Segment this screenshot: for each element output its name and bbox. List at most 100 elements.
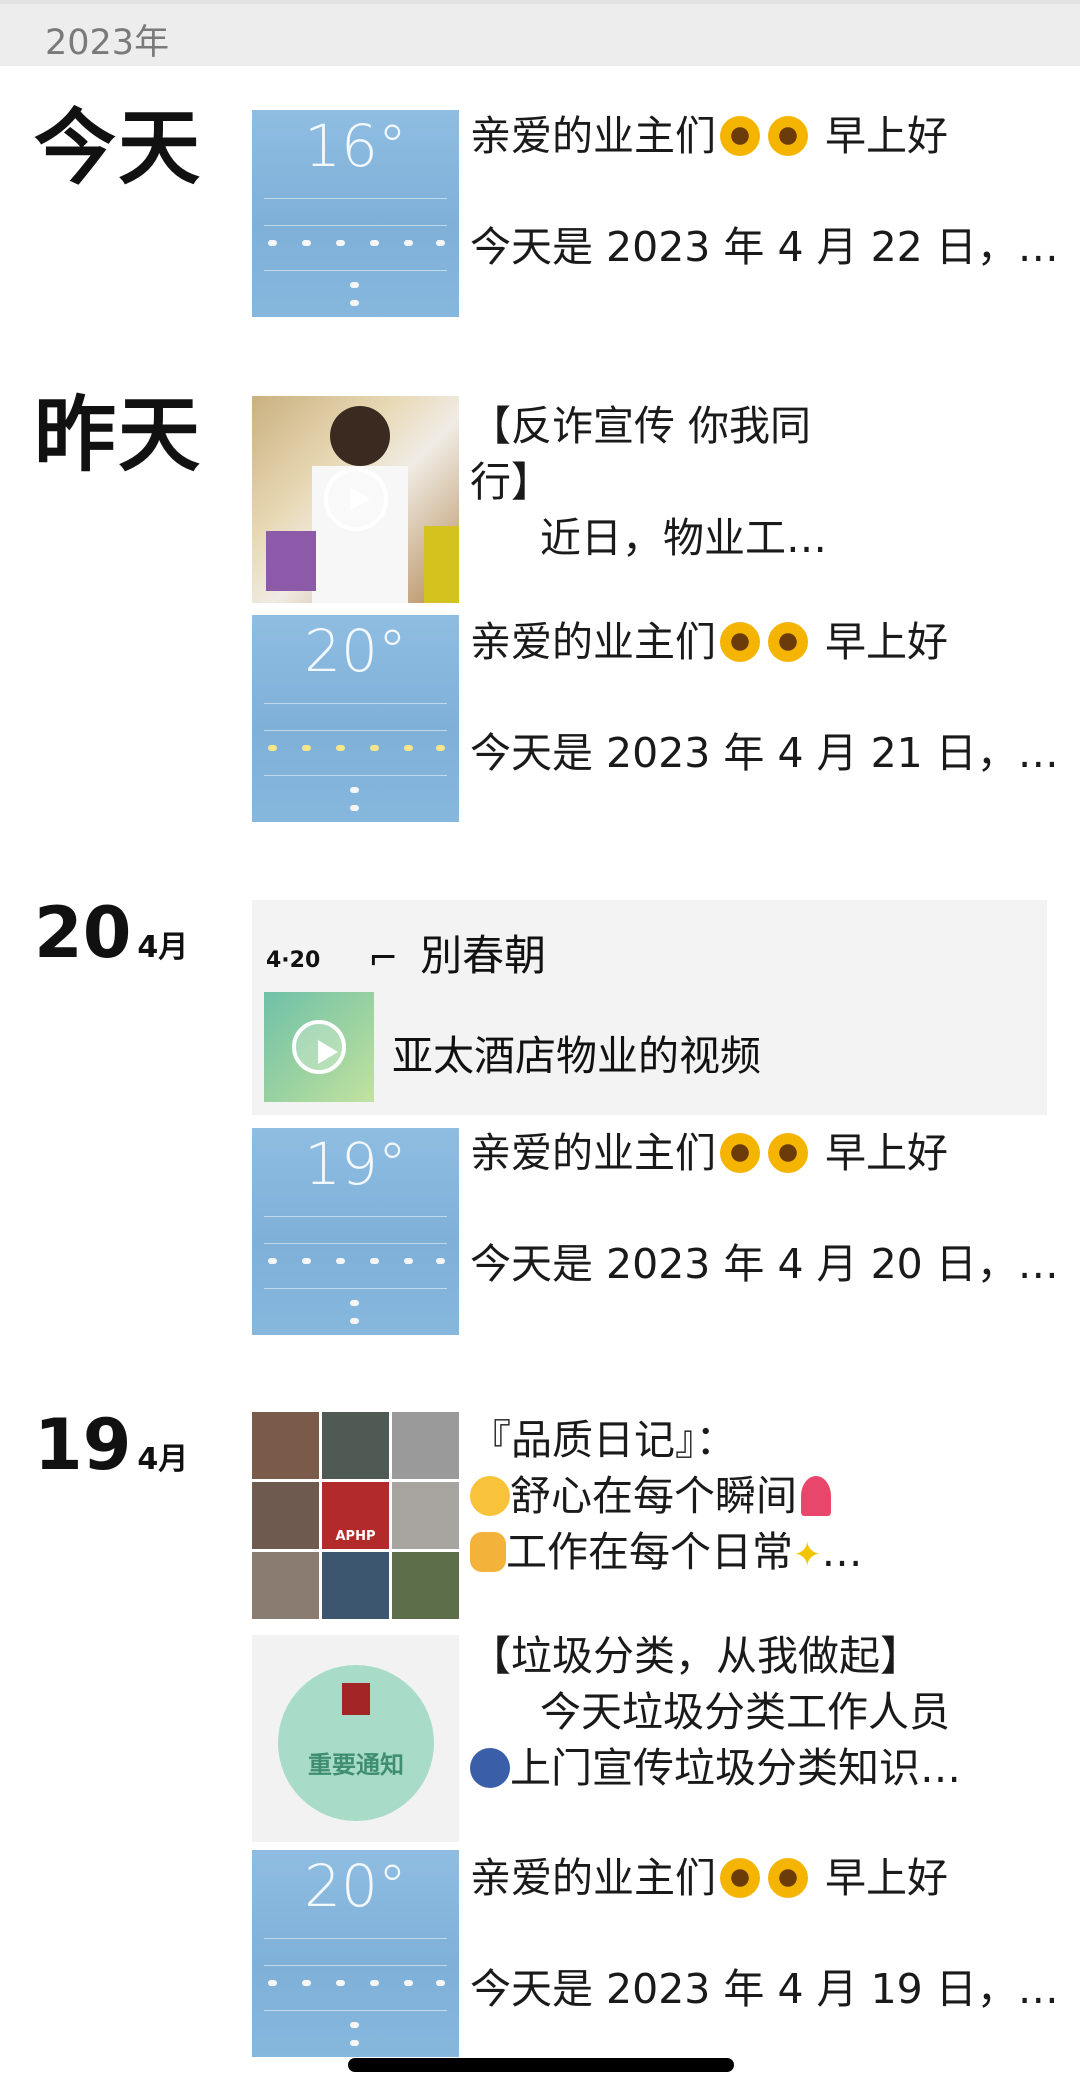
weather-thumbnail[interactable]: 19°: [252, 1128, 459, 1335]
divider: [264, 2010, 447, 2011]
post-text[interactable]: 【反诈宣传 你我同 行】 近日，物业工…: [470, 398, 827, 566]
date-label-day: 19 4月: [34, 1404, 189, 1486]
post-line: 亲爱的业主们 早上好: [470, 1854, 949, 1902]
share-date-tag: 4·20: [266, 948, 321, 973]
divider: [264, 730, 447, 731]
play-icon[interactable]: [292, 1020, 346, 1074]
cloud-icon: [436, 240, 445, 246]
divider: [264, 198, 447, 199]
cloud-icon: [336, 1258, 345, 1264]
person-figure: [330, 406, 390, 466]
divider: [264, 1216, 447, 1217]
cloud-icon: [350, 2022, 359, 2028]
divider: [264, 1243, 447, 1244]
divider: [264, 775, 447, 776]
tulip-icon: [801, 1476, 831, 1516]
raised-fist-icon: [470, 1532, 506, 1572]
cloud-icon: [268, 240, 277, 246]
home-indicator[interactable]: [348, 2058, 734, 2072]
post-line: 『品质日记』：: [470, 1416, 737, 1464]
sunflower-icon: [768, 1858, 808, 1898]
cloud-icon: [404, 1980, 413, 1986]
cloud-icon: [302, 1980, 311, 1986]
notice-badge: 重要通知: [278, 1665, 434, 1821]
cloud-icon: [350, 282, 359, 288]
post-line: 【反诈宣传 你我同: [470, 402, 812, 450]
divider: [264, 1965, 447, 1966]
cloud-icon: [350, 1300, 359, 1306]
sunflower-icon: [768, 622, 808, 662]
sunflower-icon: [768, 1133, 808, 1173]
weather-thumbnail[interactable]: 20°: [252, 1850, 459, 2057]
sunflower-icon: [720, 1858, 760, 1898]
weather-thumbnail[interactable]: 20°: [252, 615, 459, 822]
sun-icon: [302, 745, 311, 751]
post-line: 今天是 2023 年 4 月 22 日，…: [470, 223, 1059, 271]
cloud-icon: [436, 1258, 445, 1264]
share-quote: ⌐ 別春朝: [368, 931, 547, 980]
post-line: 亲爱的业主们 早上好: [470, 112, 949, 160]
sunflower-icon: [768, 116, 808, 156]
cloud-icon: [350, 300, 359, 306]
post-line: 亲爱的业主们 早上好: [470, 1129, 949, 1177]
post-line: 今天是 2023 年 4 月 20 日，…: [470, 1240, 1059, 1288]
post-text[interactable]: 亲爱的业主们 早上好 今天是 2023 年 4 月 22 日，…: [470, 108, 1059, 275]
post-text[interactable]: 亲爱的业主们 早上好 今天是 2023 年 4 月 21 日，…: [470, 614, 1059, 781]
weather-temp: 19°: [304, 1130, 407, 1198]
post-line: 上门宣传垃圾分类知识…: [470, 1740, 961, 1796]
quote-mark-icon: ⌐: [368, 938, 399, 979]
post-line: 今天是 2023 年 4 月 21 日，…: [470, 729, 1059, 777]
video-thumbnail[interactable]: [252, 396, 459, 603]
divider: [264, 1938, 447, 1939]
weather-thumbnail[interactable]: 16°: [252, 110, 459, 317]
cloud-icon: [302, 1258, 311, 1264]
sparkles-icon: ✦: [793, 1535, 822, 1575]
cloud-icon: [336, 1980, 345, 1986]
cloud-icon: [268, 1980, 277, 1986]
post-line: 今天垃圾分类工作人员: [540, 1688, 950, 1736]
poster: [424, 526, 459, 603]
sun-icon: [404, 745, 413, 751]
photo-grid-thumbnail[interactable]: APHP: [252, 1412, 459, 1619]
shared-video-card[interactable]: 4·20 ⌐ 別春朝 亚太酒店物业的视频: [252, 900, 1047, 1115]
weather-temp: 20°: [304, 617, 407, 685]
notice-thumbnail[interactable]: 重要通知: [252, 1635, 459, 1842]
post-line: 【垃圾分类，从我做起】: [470, 1632, 921, 1680]
photo-tile: [392, 1412, 459, 1479]
sun-icon: [268, 745, 277, 751]
post-line: 今天是 2023 年 4 月 19 日，…: [470, 1965, 1059, 2013]
video-thumbnail[interactable]: [264, 992, 374, 1102]
logo-icon: [342, 1683, 370, 1715]
post-line: 舒心在每个瞬间: [470, 1468, 863, 1524]
cloud-icon: [370, 1258, 379, 1264]
post-line: 近日，物业工…: [540, 514, 827, 562]
cloud-icon: [350, 787, 359, 793]
cloud-icon: [404, 240, 413, 246]
photo-tile: [252, 1412, 319, 1479]
sunflower-icon: [720, 1133, 760, 1173]
sunflower-icon: [720, 116, 760, 156]
weather-temp: 16°: [304, 112, 407, 180]
post-text[interactable]: 亲爱的业主们 早上好 今天是 2023 年 4 月 20 日，…: [470, 1125, 1059, 1292]
sun-icon: [436, 745, 445, 751]
post-text[interactable]: 【垃圾分类，从我做起】 今天垃圾分类工作人员 上门宣传垃圾分类知识…: [470, 1628, 961, 1796]
cloud-icon: [268, 1258, 277, 1264]
divider: [264, 270, 447, 271]
post-text[interactable]: 『品质日记』： 舒心在每个瞬间 工作在每个日常✦…: [470, 1412, 863, 1583]
cloud-icon: [370, 1980, 379, 1986]
date-label-today: 今天: [34, 101, 203, 196]
photo-tile: [322, 1552, 389, 1619]
sun-icon: [336, 745, 345, 751]
cloud-icon: [350, 805, 359, 811]
post-text[interactable]: 亲爱的业主们 早上好 今天是 2023 年 4 月 19 日，…: [470, 1850, 1059, 2017]
divider: [264, 1288, 447, 1289]
video-title: 亚太酒店物业的视频: [392, 1032, 761, 1080]
cloud-icon: [404, 1258, 413, 1264]
divider: [264, 225, 447, 226]
notice-text: 重要通知: [308, 1751, 404, 1779]
photo-tile: [252, 1482, 319, 1549]
play-icon[interactable]: [324, 467, 388, 531]
date-label-yesterday: 昨天: [34, 388, 203, 483]
sun-icon: [370, 745, 379, 751]
date-label-day: 20 4月: [34, 892, 189, 974]
